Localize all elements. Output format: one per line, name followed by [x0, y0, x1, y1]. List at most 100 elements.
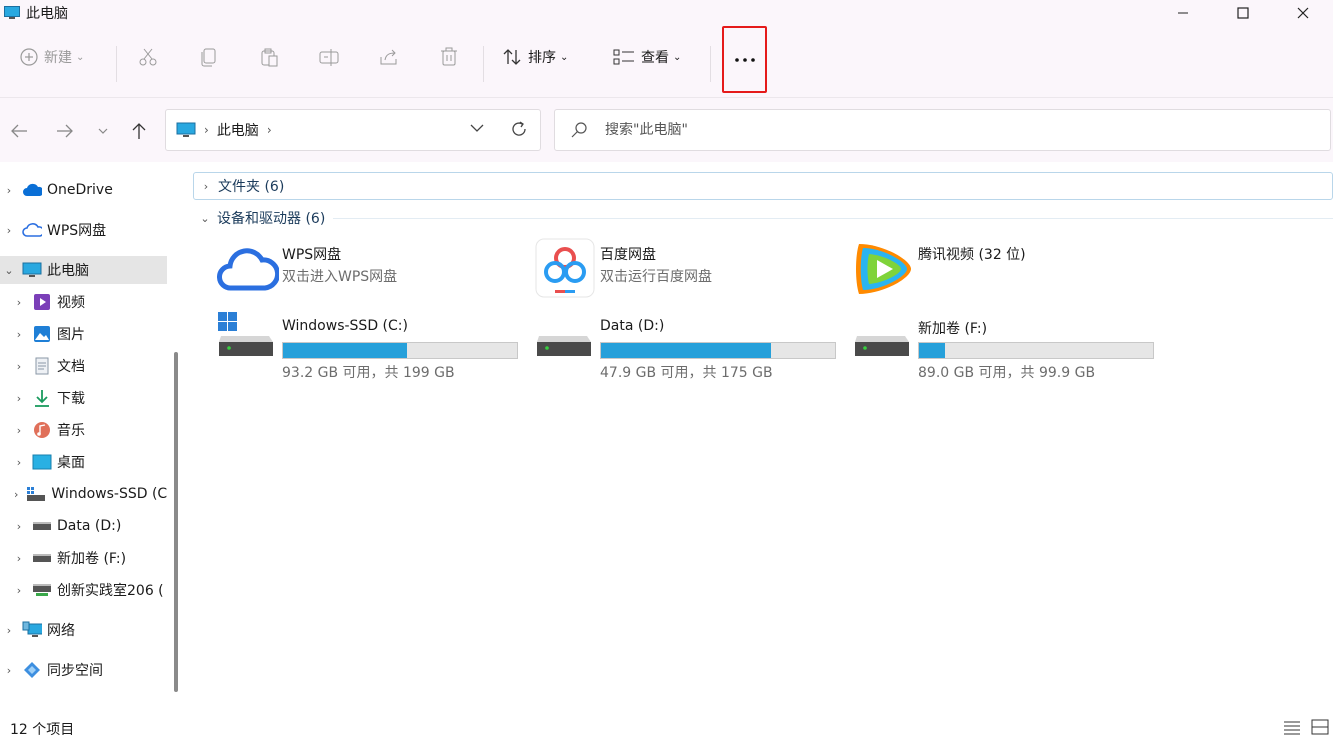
desktop-icon: [32, 452, 52, 472]
group-devices[interactable]: ⌄ 设备和驱动器 (6): [193, 204, 1333, 232]
chevron-right-icon[interactable]: ›: [14, 488, 18, 501]
tile-drive-f[interactable]: 新加卷 (F:) 89.0 GB 可用，共 99.9 GB: [853, 312, 1163, 381]
back-button[interactable]: [8, 120, 30, 142]
tile-wps-drive[interactable]: WPS网盘 双击进入WPS网盘: [217, 238, 527, 298]
computer-icon: [4, 6, 20, 19]
group-folders[interactable]: › 文件夹 (6): [193, 172, 1333, 200]
chevron-right-icon[interactable]: ›: [4, 664, 14, 677]
sidebar-item-wps-drive[interactable]: › WPS网盘: [0, 216, 167, 244]
delete-button[interactable]: [439, 40, 459, 74]
scissors-icon: [139, 48, 157, 66]
chevron-right-icon[interactable]: ›: [267, 123, 272, 137]
chevron-right-icon[interactable]: ›: [14, 552, 24, 565]
cloud-icon: [22, 180, 42, 200]
minimize-button[interactable]: [1153, 0, 1213, 26]
chevron-right-icon[interactable]: ›: [14, 520, 24, 533]
up-button[interactable]: [128, 120, 150, 142]
tiles-view-icon[interactable]: [1311, 719, 1329, 735]
maximize-button[interactable]: [1213, 0, 1273, 26]
search-box[interactable]: [554, 109, 1331, 151]
sidebar-item-music[interactable]: › 音乐: [0, 416, 167, 444]
chevron-right-icon[interactable]: ›: [4, 184, 14, 197]
wps-cloud-icon: [217, 248, 279, 291]
sidebar-item-sync-space[interactable]: › 同步空间: [0, 656, 167, 684]
share-button[interactable]: [379, 40, 399, 74]
sort-button[interactable]: 排序 ⌄: [502, 40, 568, 74]
forward-button[interactable]: [54, 120, 76, 142]
sidebar-item-drive-f[interactable]: › 新加卷 (F:): [0, 544, 167, 572]
tile-drive-d[interactable]: Data (D:) 47.9 GB 可用，共 175 GB: [535, 312, 845, 381]
chevron-right-icon[interactable]: ›: [14, 584, 24, 597]
chevron-right-icon[interactable]: ›: [14, 456, 24, 469]
sidebar-item-onedrive[interactable]: › OneDrive: [0, 176, 167, 204]
tile-subtitle: 双击进入WPS网盘: [282, 269, 398, 285]
recent-locations-button[interactable]: [92, 120, 114, 142]
chevron-right-icon[interactable]: ›: [198, 180, 214, 193]
chevron-right-icon[interactable]: ›: [14, 296, 24, 309]
new-button[interactable]: 新建 ⌄: [20, 40, 84, 74]
chevron-down-icon[interactable]: [470, 121, 484, 135]
rename-button[interactable]: [319, 40, 339, 74]
search-icon: [571, 122, 587, 138]
chevron-right-icon[interactable]: ›: [14, 360, 24, 373]
sidebar-item-drive-d[interactable]: › Data (D:): [0, 512, 167, 540]
tile-name: Windows-SSD (C:): [282, 318, 408, 334]
maximize-icon: [1237, 7, 1249, 19]
sidebar-item-label: 下载: [57, 391, 85, 407]
paste-button[interactable]: [259, 40, 279, 74]
chevron-down-icon[interactable]: ⌄: [4, 264, 14, 277]
video-icon: [32, 292, 52, 312]
breadcrumb-this-pc[interactable]: 此电脑: [217, 120, 259, 140]
chevron-right-icon[interactable]: ›: [4, 624, 14, 637]
chevron-right-icon[interactable]: ›: [14, 392, 24, 405]
drive-usage-bar: [600, 342, 836, 359]
drive-free-space: 93.2 GB 可用，共 199 GB: [282, 365, 455, 381]
group-devices-label: 设备和驱动器 (6): [217, 211, 326, 227]
sidebar-item-desktop[interactable]: › 桌面: [0, 448, 167, 476]
sidebar-item-label: 视频: [57, 295, 85, 311]
sidebar-item-pictures[interactable]: › 图片: [0, 320, 167, 348]
drive-icon: [32, 548, 52, 568]
document-icon: [32, 356, 52, 376]
chevron-right-icon[interactable]: ›: [4, 224, 14, 237]
more-options-button[interactable]: [722, 26, 767, 93]
cut-button[interactable]: [138, 40, 158, 74]
sidebar-item-documents[interactable]: › 文档: [0, 352, 167, 380]
sidebar-scrollbar[interactable]: [174, 352, 178, 692]
group-folders-label: 文件夹 (6): [218, 179, 285, 195]
chevron-down-icon[interactable]: ⌄: [197, 212, 213, 225]
drive-icon: [32, 516, 52, 536]
tile-drive-c[interactable]: Windows-SSD (C:) 93.2 GB 可用，共 199 GB: [217, 312, 527, 381]
sidebar-item-this-pc[interactable]: ⌄ 此电脑: [0, 256, 167, 284]
sidebar-item-network-drive[interactable]: › 创新实践室206 (: [0, 576, 167, 604]
share-icon: [380, 49, 397, 65]
close-button[interactable]: [1273, 0, 1333, 26]
clipboard-icon: [261, 48, 278, 67]
address-bar[interactable]: › 此电脑 ›: [165, 109, 541, 151]
view-button[interactable]: 查看 ⌄: [613, 40, 681, 74]
copy-button[interactable]: [199, 40, 219, 74]
chevron-right-icon[interactable]: ›: [14, 424, 24, 437]
new-label: 新建: [44, 50, 72, 66]
navigation-pane: › OneDrive › WPS网盘 ⌄ 此电脑 › 视频 › 图片 › 文档 …: [0, 162, 187, 714]
details-view-icon[interactable]: [1283, 719, 1301, 735]
chevron-right-icon[interactable]: ›: [14, 328, 24, 341]
command-bar: 新建 ⌄ 排序 ⌄ 查看 ⌄: [0, 26, 1333, 98]
navigation-row: › 此电脑 ›: [0, 98, 1333, 162]
tile-baidu-drive[interactable]: 百度网盘 双击运行百度网盘: [535, 238, 845, 298]
plus-circle-icon: [20, 48, 38, 66]
sidebar-item-downloads[interactable]: › 下载: [0, 384, 167, 412]
sidebar-item-network[interactable]: › 网络: [0, 616, 167, 644]
title-bar: 此电脑: [0, 0, 1333, 26]
item-count: 12 个项目: [10, 721, 75, 738]
tile-tencent-video[interactable]: 腾讯视频 (32 位): [853, 238, 1163, 298]
search-input[interactable]: [605, 122, 1205, 138]
drive-free-space: 47.9 GB 可用，共 175 GB: [600, 365, 773, 381]
separator: [483, 46, 484, 82]
trash-icon: [441, 47, 457, 66]
sidebar-item-label: 音乐: [57, 423, 85, 439]
refresh-icon[interactable]: [510, 120, 528, 138]
sidebar-item-videos[interactable]: › 视频: [0, 288, 167, 316]
chevron-down-icon: [98, 128, 108, 134]
sidebar-item-drive-c[interactable]: › Windows-SSD (C:): [0, 480, 167, 508]
